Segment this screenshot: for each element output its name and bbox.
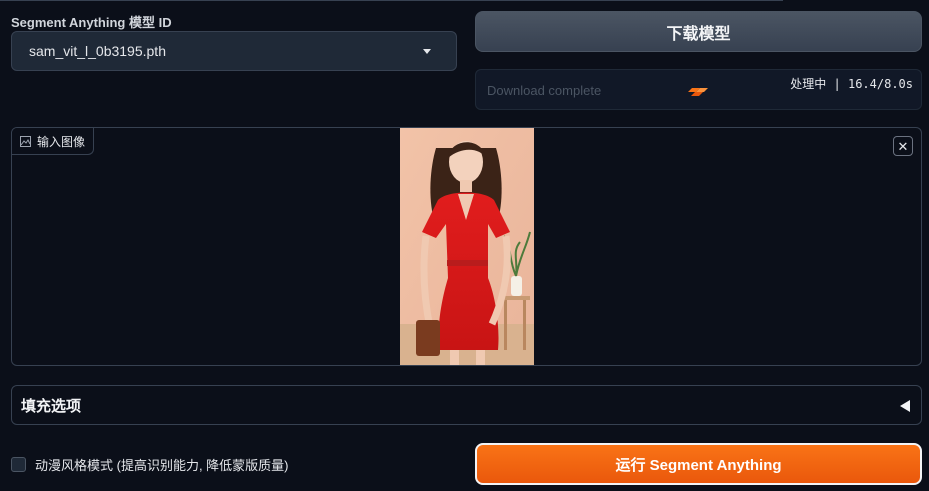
app-root: Segment Anything 模型 ID sam_vit_l_0b3195.… [0,0,929,491]
download-model-button[interactable]: 下载模型 [475,11,922,52]
image-icon [20,135,31,147]
close-icon: ✕ [897,138,909,154]
model-id-label: Segment Anything 模型 ID [11,15,172,30]
uploaded-photo [400,128,534,365]
divider [0,0,783,1]
input-image-panel[interactable]: 输入图像 ✕ [11,127,922,366]
anime-mode-label: 动漫风格模式 (提高识别能力, 降低蒙版质量) [35,458,289,473]
anime-mode-checkbox[interactable] [11,457,26,472]
loading-spinner-icon [688,88,708,96]
model-id-value: sam_vit_l_0b3195.pth [29,43,166,59]
input-image-label: 输入图像 [37,134,86,149]
anime-mode-option[interactable]: 动漫风格模式 (提高识别能力, 降低蒙版质量) [11,455,289,474]
chevron-down-icon [423,49,431,54]
fill-options-label: 填充选项 [21,397,82,415]
model-id-dropdown[interactable]: sam_vit_l_0b3195.pth [11,31,457,71]
download-status-text: Download complete [487,83,602,98]
fill-options-accordion[interactable]: 填充选项 [11,385,922,425]
input-image-tag: 输入图像 [12,128,95,155]
clear-image-button[interactable]: ✕ [893,136,913,156]
progress-timer: 处理中 | 16.4/8.0s [790,77,913,91]
triangle-left-icon [900,400,910,412]
download-status-box: Download complete 处理中 | 16.4/8.0s [475,69,922,110]
run-segment-anything-button[interactable]: 运行 Segment Anything [475,443,922,485]
